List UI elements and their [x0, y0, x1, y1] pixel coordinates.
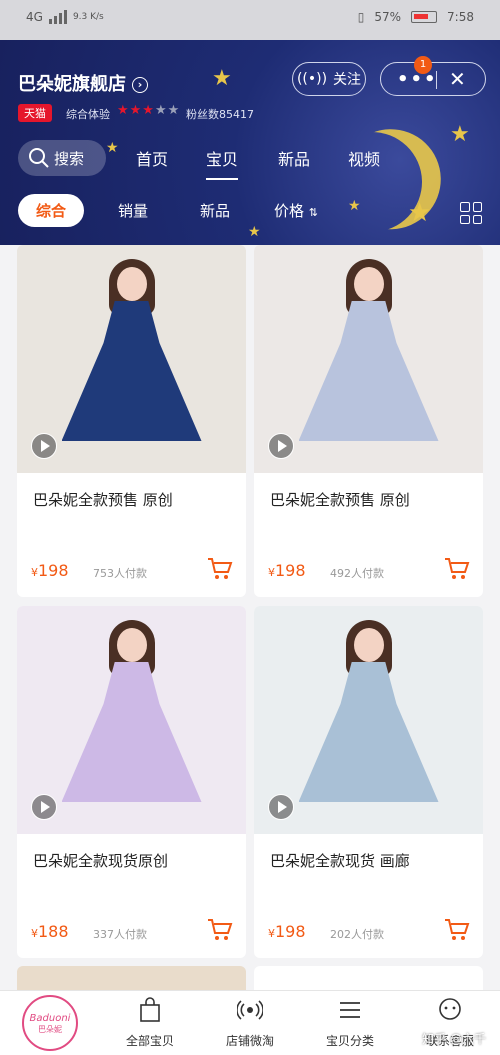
store-logo[interactable]: Baduoni 巴朵妮 — [22, 995, 78, 1051]
close-icon[interactable]: ✕ — [449, 67, 466, 91]
star-decoration: ★ — [248, 224, 261, 240]
network-label: 4G — [26, 10, 43, 24]
product-price: ¥198 — [268, 922, 306, 941]
tab-products[interactable]: 宝贝 — [206, 146, 239, 180]
signal-icon — [48, 10, 67, 24]
status-bar: 4G 9.3 K/s ▯ 57% 7:58 — [0, 0, 500, 40]
battery-percent: 57% — [374, 10, 402, 24]
product-name: 巴朵妮全款现货 画廊 — [270, 852, 410, 870]
nav-store-feed[interactable]: 店铺微淘 — [200, 997, 300, 1049]
battery-icon — [411, 11, 438, 23]
star-decoration: ★ — [106, 140, 119, 156]
broadcast-icon: ((•)) — [296, 71, 328, 87]
clock: 7:58 — [447, 10, 474, 24]
search-icon — [29, 148, 49, 168]
shopping-bag-icon — [140, 997, 160, 1022]
logo-subtext: 巴朵妮 — [38, 1025, 62, 1034]
product-card[interactable]: 巴朵妮全款预售 原创 ¥198 492人付款 — [254, 245, 483, 597]
divider — [436, 71, 437, 89]
star-decoration: ★ — [408, 198, 432, 228]
sold-count: 202人付款 — [330, 928, 384, 941]
star-decoration: ★ — [348, 198, 361, 214]
grid-view-icon[interactable] — [460, 202, 482, 224]
nav-label: 店铺微淘 — [225, 1034, 274, 1048]
store-name-text: 巴朵妮旗舰店 — [18, 74, 126, 95]
tmall-badge: 天猫 — [18, 104, 52, 122]
product-card[interactable]: 巴朵妮全款预售 原创 ¥198 753人付款 — [17, 245, 246, 597]
follow-label: 关注 — [333, 72, 362, 88]
play-icon[interactable] — [31, 794, 57, 820]
price-value: 188 — [38, 922, 69, 941]
cart-icon[interactable] — [444, 557, 470, 581]
tab-home[interactable]: 首页 — [136, 146, 168, 170]
sold-count: 337人付款 — [93, 928, 147, 941]
broadcast-icon — [236, 1000, 264, 1020]
play-icon[interactable] — [268, 433, 294, 459]
product-name: 巴朵妮全款预售 原创 — [33, 491, 173, 509]
chat-bubble-icon — [439, 998, 461, 1020]
nav-all-products[interactable]: 全部宝贝 — [100, 997, 200, 1049]
fans-count: 粉丝数85417 — [186, 108, 254, 121]
store-header: ★ ★ ★ ★ ★ ★ 巴朵妮旗舰店 › 天猫 综合体验 ★★★★★ 粉丝数854… — [0, 40, 500, 245]
price-value: 198 — [275, 922, 306, 941]
tab-new[interactable]: 新品 — [278, 146, 310, 170]
star-decoration: ★ — [212, 66, 232, 91]
nav-categories[interactable]: 宝贝分类 — [300, 997, 400, 1049]
sort-new[interactable]: 新品 — [200, 200, 230, 221]
list-icon — [340, 1002, 360, 1018]
chevron-right-icon: › — [132, 77, 148, 93]
notification-badge: 1 — [414, 56, 432, 74]
currency-symbol: ¥ — [31, 927, 38, 940]
price-value: 198 — [38, 561, 69, 580]
search-label: 搜索 — [54, 149, 85, 168]
product-card[interactable]: 巴朵妮全款现货原创 ¥188 337人付款 — [17, 606, 246, 958]
currency-symbol: ¥ — [268, 927, 275, 940]
rating-label: 综合体验 — [66, 108, 110, 121]
sort-sales[interactable]: 销量 — [118, 200, 148, 221]
network-speed: 9.3 K/s — [72, 12, 104, 22]
currency-symbol: ¥ — [31, 566, 38, 579]
vibrate-icon: ▯ — [357, 10, 365, 24]
star-decoration: ★ — [450, 122, 470, 147]
sort-price[interactable]: 价格 ⇅ — [274, 200, 318, 221]
cart-icon[interactable] — [207, 557, 233, 581]
follow-button[interactable]: ((•)) 关注 — [292, 62, 366, 96]
currency-symbol: ¥ — [268, 566, 275, 579]
play-icon[interactable] — [268, 794, 294, 820]
sort-price-label: 价格 — [274, 202, 305, 220]
sold-count: 492人付款 — [330, 567, 384, 580]
rating-stars: ★★★★★ — [117, 103, 181, 118]
logo-text: Baduoni — [29, 1013, 71, 1024]
product-name: 巴朵妮全款预售 原创 — [270, 491, 410, 509]
cart-icon[interactable] — [207, 918, 233, 942]
sold-count: 753人付款 — [93, 567, 147, 580]
product-price: ¥188 — [31, 922, 69, 941]
search-button[interactable]: 搜索 — [18, 140, 106, 176]
watermark: 知乎 @六千 — [422, 1032, 486, 1046]
cart-icon[interactable] — [444, 918, 470, 942]
sort-arrows-icon: ⇅ — [308, 206, 319, 219]
tab-video[interactable]: 视频 — [348, 146, 380, 170]
play-icon[interactable] — [31, 433, 57, 459]
price-value: 198 — [275, 561, 306, 580]
product-price: ¥198 — [268, 561, 306, 580]
sort-comprehensive[interactable]: 综合 — [18, 194, 85, 227]
product-price: ¥198 — [31, 561, 69, 580]
product-card[interactable]: 巴朵妮全款现货 画廊 ¥198 202人付款 — [254, 606, 483, 958]
nav-label: 全部宝贝 — [125, 1034, 174, 1048]
store-name[interactable]: 巴朵妮旗舰店 › — [18, 70, 148, 96]
nav-label: 宝贝分类 — [325, 1034, 374, 1048]
capsule-menu: ••• ✕ — [380, 62, 486, 96]
product-name: 巴朵妮全款现货原创 — [33, 852, 169, 870]
